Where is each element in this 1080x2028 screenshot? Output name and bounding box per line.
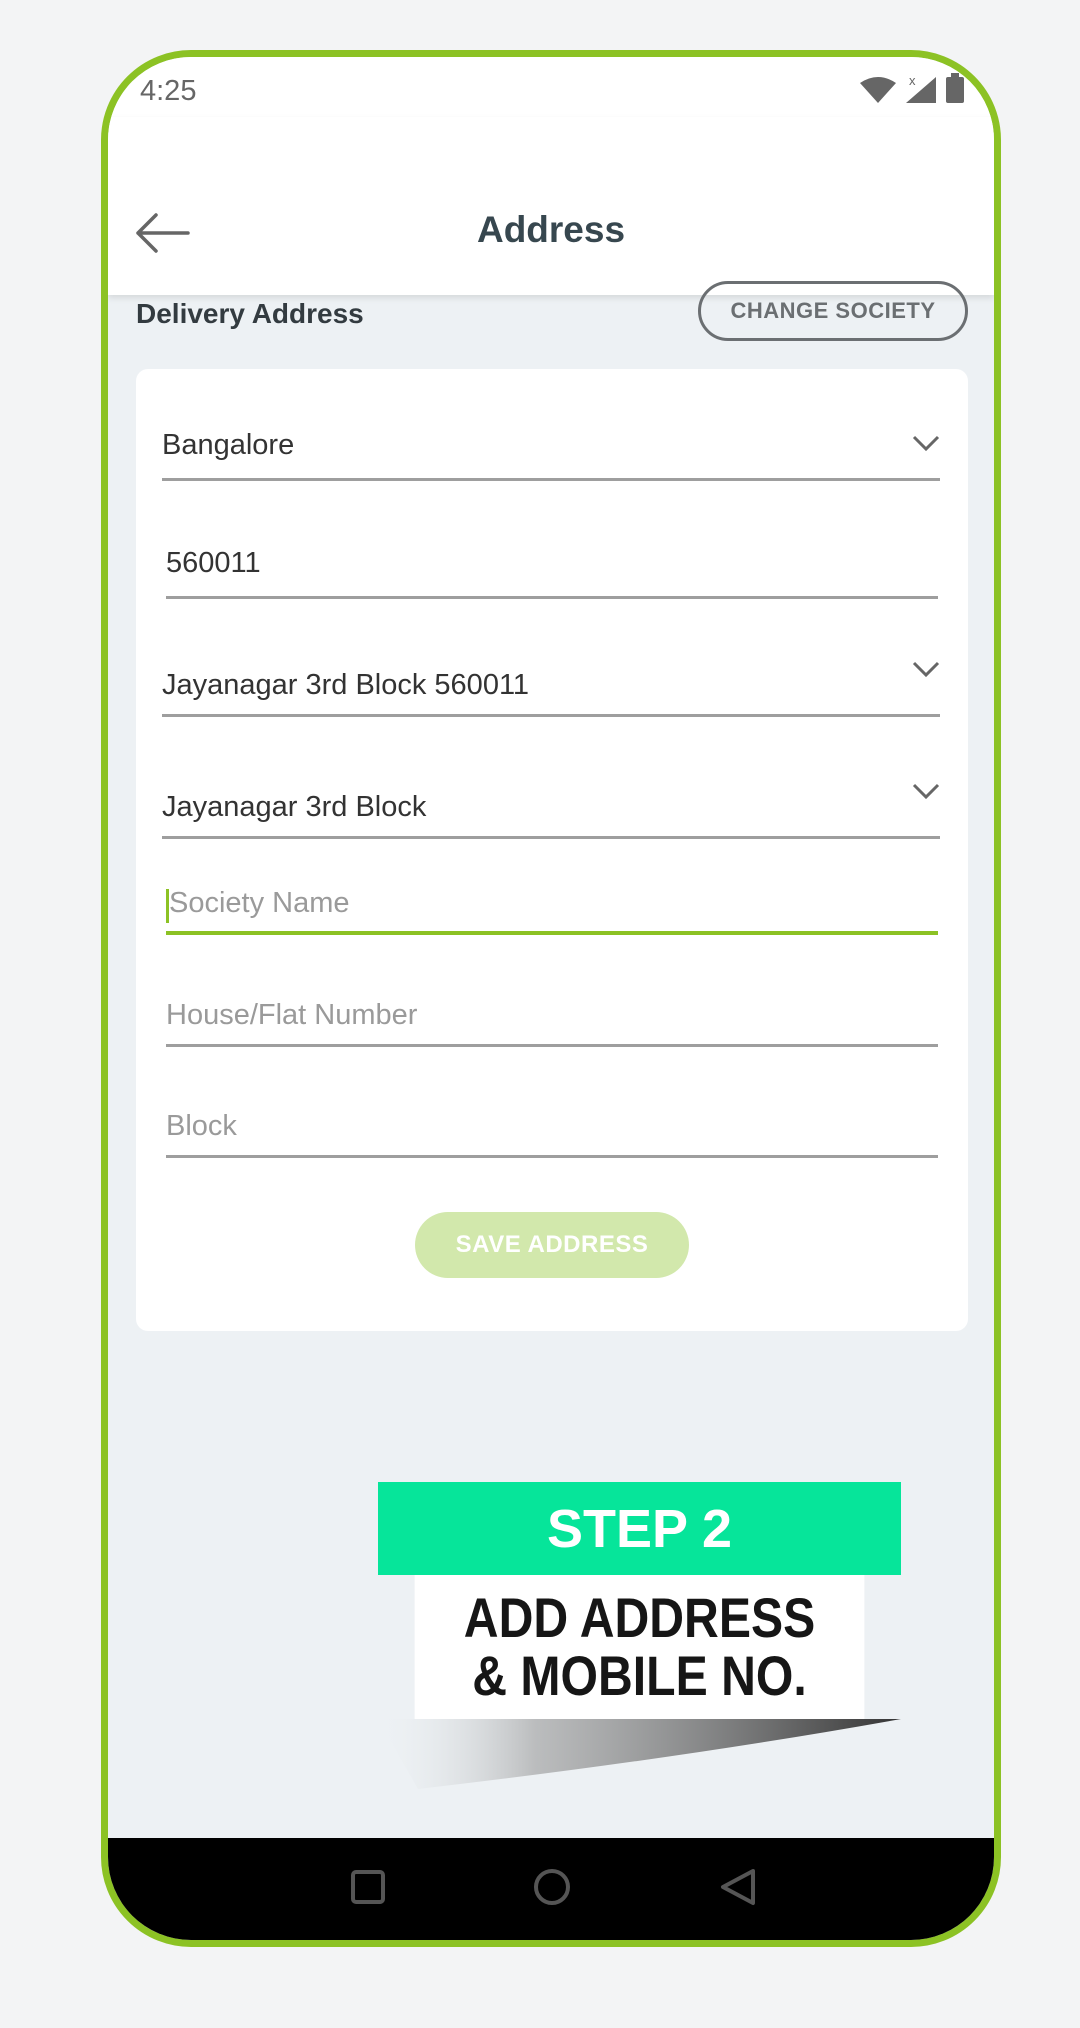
signal-icon: x bbox=[906, 73, 936, 103]
locality-value: Jayanagar 3rd Block bbox=[162, 791, 427, 823]
status-icons: x bbox=[860, 73, 964, 103]
banner-step-title: STEP 2 bbox=[378, 1482, 901, 1575]
pincode-input[interactable]: 560011 bbox=[166, 547, 938, 599]
address-form-card: Bangalore 560011 Jayanagar 3rd Block 560… bbox=[136, 369, 968, 1331]
locality-select[interactable]: Jayanagar 3rd Block bbox=[162, 783, 940, 839]
society-name-input[interactable]: Society Name bbox=[166, 887, 938, 935]
delivery-address-label: Delivery Address bbox=[136, 298, 364, 329]
banner-line-2: & MOBILE NO. bbox=[472, 1644, 807, 1707]
back-triangle-icon[interactable] bbox=[720, 1868, 756, 1906]
change-society-button[interactable]: CHANGE SOCIETY bbox=[698, 281, 968, 341]
society-name-placeholder: Society Name bbox=[169, 887, 350, 919]
chevron-down-icon bbox=[912, 783, 940, 800]
navigation-bar bbox=[108, 1838, 994, 1940]
save-address-button[interactable]: SAVE ADDRESS bbox=[415, 1212, 689, 1278]
banner-caption: ADD ADDRESS & MOBILE NO. bbox=[414, 1575, 865, 1719]
house-flat-input[interactable]: House/Flat Number bbox=[166, 999, 938, 1047]
area-value: Jayanagar 3rd Block 560011 bbox=[162, 669, 530, 701]
block-input[interactable]: Block bbox=[166, 1110, 938, 1158]
text-cursor bbox=[166, 888, 169, 923]
area-select[interactable]: Jayanagar 3rd Block 560011 bbox=[162, 661, 940, 717]
recent-apps-icon[interactable] bbox=[351, 1870, 385, 1904]
status-bar: 4:25 x bbox=[108, 57, 994, 117]
block-placeholder: Block bbox=[166, 1110, 237, 1142]
banner-shadow bbox=[378, 1719, 901, 1789]
city-select[interactable]: Bangalore bbox=[162, 429, 940, 481]
step-banner: STEP 2 ADD ADDRESS & MOBILE NO. bbox=[378, 1482, 901, 1789]
home-icon[interactable] bbox=[533, 1868, 571, 1906]
chevron-down-icon bbox=[912, 435, 940, 452]
house-flat-placeholder: House/Flat Number bbox=[166, 999, 418, 1031]
city-value: Bangalore bbox=[162, 429, 295, 461]
banner-line-1: ADD ADDRESS bbox=[463, 1586, 816, 1649]
app-bar: Address bbox=[108, 117, 994, 295]
pincode-value: 560011 bbox=[166, 547, 261, 579]
signal-x-mark: x bbox=[909, 73, 916, 88]
battery-icon bbox=[946, 73, 964, 103]
status-time: 4:25 bbox=[140, 75, 197, 107]
page-title: Address bbox=[476, 209, 626, 250]
wifi-icon bbox=[860, 77, 896, 103]
chevron-down-icon bbox=[912, 661, 940, 678]
